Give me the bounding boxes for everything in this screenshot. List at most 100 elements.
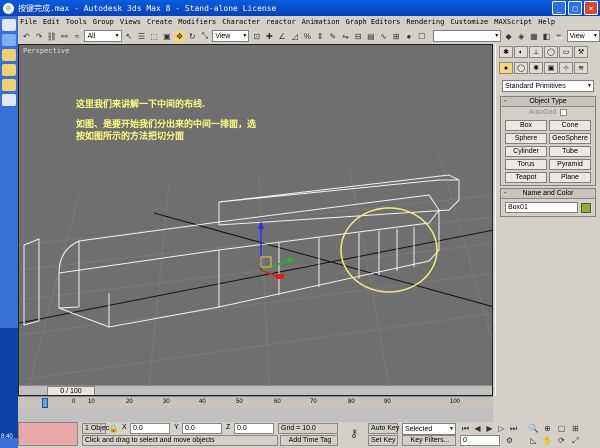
maximize-button[interactable]: □ (568, 1, 582, 15)
lights-icon[interactable]: ✺ (529, 62, 543, 74)
autogrid-checkbox[interactable] (560, 109, 568, 116)
lock-selection-icon[interactable]: 🔒 (108, 423, 119, 434)
reference-coord-dropdown[interactable]: View (212, 30, 250, 42)
minimize-button[interactable]: _ (552, 1, 566, 15)
teapot-button[interactable]: Teapot (505, 172, 547, 183)
object-type-title[interactable]: Object Type (501, 97, 595, 107)
pivot-icon[interactable]: ⊡ (251, 31, 262, 42)
spinner-snap-icon[interactable]: ⇕ (315, 31, 326, 42)
teapot-icon[interactable]: ☕ (554, 31, 565, 42)
key-selection-dropdown[interactable]: Selected (402, 423, 456, 435)
quicklaunch-folder2-icon[interactable] (2, 64, 16, 76)
render-setup-icon[interactable]: ☐ (416, 31, 427, 42)
unlink-icon[interactable]: ⚯ (59, 31, 70, 42)
bind-spacewarp-icon[interactable]: ≈ (72, 31, 83, 42)
pan-icon[interactable]: ✋ (542, 435, 553, 446)
add-time-tag-button[interactable]: Add Time Tag (280, 435, 338, 446)
sphere-button[interactable]: Sphere (505, 133, 547, 144)
geosphere-button[interactable]: GeoSphere (549, 133, 591, 144)
menu-group[interactable]: Group (93, 18, 114, 26)
rotate-icon[interactable]: ↻ (187, 31, 198, 42)
spacewarps-icon[interactable]: ≋ (574, 62, 588, 74)
helpers-icon[interactable]: ⊹ (559, 62, 573, 74)
menu-rendering[interactable]: Rendering (406, 18, 444, 26)
render-frame-icon[interactable]: ▦ (529, 31, 540, 42)
key-filters-button[interactable]: Key Filters... (402, 435, 456, 446)
cylinder-button[interactable]: Cylinder (505, 146, 547, 157)
menu-reactor[interactable]: reactor (266, 18, 296, 26)
zoom-extents-icon[interactable]: ▢ (556, 423, 567, 434)
zoom-extents-all-icon[interactable]: ⊞ (570, 423, 581, 434)
z-coord-input[interactable]: 0.0 (234, 423, 274, 434)
zoom-icon[interactable]: 🔍 (528, 423, 539, 434)
motion-tab-icon[interactable]: ◯ (544, 46, 558, 58)
goto-start-icon[interactable]: ⏮ (460, 423, 471, 434)
percent-snap-icon[interactable]: % (302, 31, 313, 42)
menu-file[interactable]: File (20, 18, 37, 26)
menu-tools[interactable]: Tools (66, 18, 87, 26)
curve-editor-icon[interactable]: ∿ (378, 31, 389, 42)
object-color-swatch[interactable] (581, 202, 591, 213)
object-name-input[interactable]: Box01 (505, 202, 579, 213)
prev-frame-icon[interactable]: ◀ (472, 423, 483, 434)
timeline-marker[interactable] (42, 398, 48, 408)
undo-icon[interactable]: ↶ (21, 31, 32, 42)
angle-snap-icon[interactable]: ◿ (289, 31, 300, 42)
manipulate-icon[interactable]: ✚ (264, 31, 275, 42)
box-button[interactable]: Box (505, 120, 547, 131)
set-key-button[interactable]: Set Key (368, 435, 398, 446)
quick-render-icon[interactable]: ◆ (503, 31, 514, 42)
perspective-viewport[interactable]: Perspective 这里我们来讲解一下中间的布线. 如图、是要开始我们分出来… (18, 44, 493, 396)
menu-graph-editors[interactable]: Graph Editors (346, 18, 401, 26)
goto-end-icon[interactable]: ⏭ (508, 423, 519, 434)
next-frame-icon[interactable]: ▷ (496, 423, 507, 434)
hierarchy-tab-icon[interactable]: ⊥ (529, 46, 543, 58)
menu-maxscript[interactable]: MAXScript (494, 18, 532, 26)
material-editor-icon[interactable]: ● (404, 31, 415, 42)
primitive-type-dropdown[interactable]: Standard Primitives (502, 80, 594, 92)
named-selection-set-dropdown[interactable] (433, 30, 502, 42)
current-frame-input[interactable]: 0 (460, 435, 500, 446)
render-type-icon[interactable]: ◧ (541, 31, 552, 42)
scale-icon[interactable]: ⤡ (200, 31, 211, 42)
window-crossing-icon[interactable]: ▣ (162, 31, 173, 42)
fov-icon[interactable]: ◺ (528, 435, 539, 446)
modify-tab-icon[interactable]: ◐ (514, 46, 528, 58)
create-tab-icon[interactable]: ✱ (499, 46, 513, 58)
torus-button[interactable]: Torus (505, 159, 547, 170)
link-icon[interactable]: ⛓ (46, 31, 57, 42)
menu-modifiers[interactable]: Modifiers (178, 18, 216, 26)
align-icon[interactable]: ⊟ (353, 31, 364, 42)
auto-key-button[interactable]: Auto Key (368, 423, 399, 434)
menu-customize[interactable]: Customize (450, 18, 488, 26)
time-slider-thumb[interactable]: 0 / 100 (47, 386, 95, 395)
view-dropdown[interactable]: View (566, 30, 600, 42)
key-mode-icon[interactable]: ⚷ (346, 428, 362, 440)
quicklaunch-folder3-icon[interactable] (2, 79, 16, 91)
move-icon[interactable]: ✥ (174, 30, 185, 42)
snap-icon[interactable]: ∠ (277, 31, 288, 42)
render-last-icon[interactable]: ◈ (516, 31, 527, 42)
pyramid-button[interactable]: Pyramid (549, 159, 591, 170)
utilities-tab-icon[interactable]: ⚒ (574, 46, 588, 58)
time-slider-bar[interactable]: 0 / 100 (19, 385, 492, 395)
timeline-ruler[interactable]: 0 10 20 30 40 50 60 70 80 90 100 (18, 396, 493, 408)
mirror-icon[interactable]: ⇋ (340, 31, 351, 42)
zoom-all-icon[interactable]: ⊕ (542, 423, 553, 434)
schematic-icon[interactable]: ⊞ (391, 31, 402, 42)
named-selection-icon[interactable]: ✎ (328, 31, 339, 42)
display-tab-icon[interactable]: ▭ (559, 46, 573, 58)
geometry-icon[interactable]: ● (499, 62, 513, 74)
y-coord-input[interactable]: 0.0 (182, 423, 222, 434)
name-color-title[interactable]: Name and Color (501, 189, 595, 199)
layer-icon[interactable]: ▤ (366, 31, 377, 42)
menu-animation[interactable]: Animation (302, 18, 340, 26)
cone-button[interactable]: Cone (549, 120, 591, 131)
plane-button[interactable]: Plane (549, 172, 591, 183)
menu-views[interactable]: Views (120, 18, 141, 26)
orbit-icon[interactable]: ⟳ (556, 435, 567, 446)
maxscript-listener[interactable] (18, 422, 78, 446)
tube-button[interactable]: Tube (549, 146, 591, 157)
shapes-icon[interactable]: ◯ (514, 62, 528, 74)
quicklaunch-ie-icon[interactable] (2, 19, 16, 31)
